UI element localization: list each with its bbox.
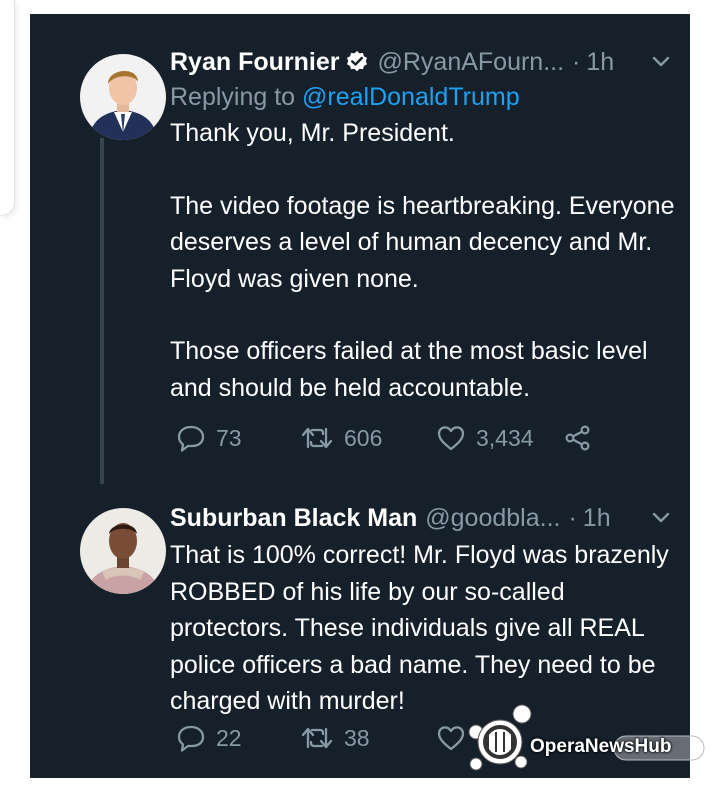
reply-button[interactable]: 73 <box>176 424 300 452</box>
separator-dot: · <box>568 504 577 532</box>
reply-count: 73 <box>216 424 242 451</box>
tweet-paragraph: Those officers failed at the most basic … <box>170 337 648 402</box>
watermark-brand: OperaNews <box>530 736 635 757</box>
handle[interactable]: @RyanAFourn... <box>377 45 564 79</box>
reply-button[interactable]: 22 <box>176 724 300 752</box>
separator-dot: · <box>572 48 581 76</box>
mention-link[interactable]: @realDonaldTrump <box>302 83 520 111</box>
like-button[interactable]: 3,434 <box>436 424 564 452</box>
tweet-paragraph: That is 100% correct! Mr. Floyd was braz… <box>170 541 669 715</box>
avatar[interactable] <box>80 508 166 594</box>
tweet-body: Thank you, Mr. President. The video foot… <box>170 115 676 406</box>
tweet[interactable]: Ryan Fournier @RyanAFourn... · 1h Replyi… <box>170 44 676 406</box>
tweet-header: Suburban Black Man @goodbla... · 1h <box>170 500 676 536</box>
heart-icon <box>437 426 465 451</box>
timestamp[interactable]: 1h <box>586 45 614 79</box>
handle[interactable]: @goodbla... <box>425 501 560 535</box>
avatar[interactable] <box>80 54 166 140</box>
tweet-body: That is 100% correct! Mr. Floyd was braz… <box>170 537 676 720</box>
retweet-button[interactable]: 38 <box>300 725 436 752</box>
chevron-down-icon[interactable] <box>652 56 670 68</box>
replying-to: Replying to @realDonaldTrump <box>170 80 676 114</box>
retweet-count: 606 <box>344 424 383 451</box>
tweet-thread-screenshot: Ryan Fournier @RyanAFourn... · 1h Replyi… <box>30 14 690 778</box>
share-icon <box>565 425 590 451</box>
retweet-button[interactable]: 606 <box>300 425 436 452</box>
retweet-count: 38 <box>344 724 370 751</box>
reply-count: 22 <box>216 724 242 751</box>
reply-icon <box>177 725 205 752</box>
thread-connector-line <box>100 138 104 484</box>
retweet-icon <box>301 727 333 749</box>
tweet-header: Ryan Fournier @RyanAFourn... · 1h <box>170 44 676 80</box>
verified-badge-icon <box>345 50 369 74</box>
operanews-hub-watermark: OperaNewsHub <box>466 702 710 776</box>
share-button[interactable] <box>564 424 592 452</box>
heart-icon <box>437 726 465 751</box>
replying-to-label: Replying to <box>170 83 296 111</box>
watermark-text: OperaNewsHub <box>530 736 671 758</box>
retweet-icon <box>301 427 333 449</box>
timestamp[interactable]: 1h <box>583 501 611 535</box>
like-count: 3,434 <box>476 424 534 451</box>
watermark-suffix: Hub <box>634 736 672 757</box>
adjacent-card-edge <box>0 0 15 216</box>
tweet-actions: 73 606 3,434 <box>176 424 592 452</box>
display-name[interactable]: Suburban Black Man <box>170 501 417 535</box>
tweet-paragraph: The video footage is heartbreaking. Ever… <box>170 191 675 293</box>
tweet-paragraph: Thank you, Mr. President. <box>170 119 455 147</box>
tweet[interactable]: Suburban Black Man @goodbla... · 1h That… <box>170 500 676 720</box>
reply-icon <box>177 425 205 452</box>
chevron-down-icon[interactable] <box>652 512 670 524</box>
display-name[interactable]: Ryan Fournier <box>170 45 339 79</box>
